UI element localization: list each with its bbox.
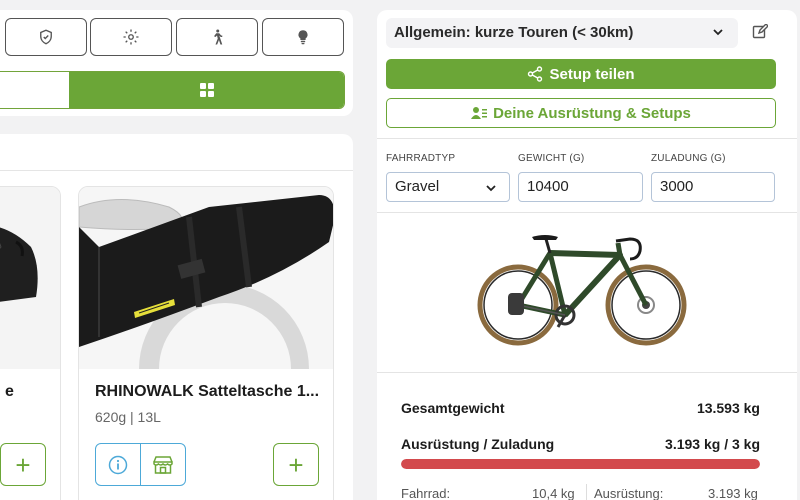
divider [377, 212, 797, 213]
product-title: e [5, 383, 14, 400]
plus-icon: + [15, 449, 31, 480]
load-progress-fill [401, 459, 760, 469]
view-toggle[interactable] [0, 71, 345, 109]
divider [377, 372, 797, 373]
bike-image [477, 235, 687, 346]
setup-select-value: Allgemein: kurze Touren (< 30km) [394, 24, 634, 41]
product-actions [95, 443, 186, 486]
chevron-down-icon [713, 29, 723, 36]
grid-icon [199, 83, 214, 97]
share-setup-button[interactable]: Setup teilen [386, 59, 776, 89]
divider [586, 484, 587, 500]
bike-type-select[interactable]: Gravel [386, 172, 510, 202]
bike-type-value: Gravel [395, 178, 440, 195]
equipment-weight-summary-value: 3.193 kg [708, 486, 758, 500]
filter-button-settings[interactable] [90, 18, 172, 56]
total-weight-value: 13.593 kg [696, 400, 760, 416]
user-list-icon [471, 107, 488, 119]
equipment-setups-label: Deine Ausrüstung & Setups [493, 104, 691, 122]
store-icon [153, 455, 173, 474]
plus-icon: + [288, 449, 304, 480]
product-card[interactable]: e + [0, 186, 61, 500]
bike-weight-label: GEWICHT (G) [518, 153, 585, 164]
share-setup-label: Setup teilen [549, 65, 635, 83]
bike-weight-value: 10400 [527, 178, 569, 195]
bike-weight-summary-label: Fahrrad: [401, 486, 451, 500]
filter-button-hiking[interactable] [176, 18, 258, 56]
equipment-weight-summary-label: Ausrüstung: [594, 486, 664, 500]
filter-panel [0, 10, 353, 116]
filter-button-protection[interactable] [5, 18, 87, 56]
info-icon [108, 455, 128, 474]
load-capacity-value: 3000 [660, 178, 694, 195]
bike-weight-input[interactable]: 10400 [518, 172, 643, 202]
edit-icon[interactable] [752, 24, 768, 40]
product-image [79, 187, 333, 369]
chevron-down-icon [486, 185, 496, 192]
hiking-icon [214, 29, 223, 45]
lightbulb-icon [298, 30, 308, 45]
add-to-setup-button[interactable]: + [273, 443, 319, 486]
bike-weight-summary-value: 10,4 kg [532, 486, 575, 500]
product-image [0, 187, 60, 369]
product-specs: 620g | 13L [95, 409, 161, 425]
shield-check-icon [40, 29, 52, 45]
equipment-load-value: 3.193 kg / 3 kg [665, 436, 760, 452]
product-title: RHINOWALK Satteltasche 1... [95, 383, 320, 400]
divider [0, 170, 353, 171]
share-icon [528, 66, 543, 82]
equipment-setups-button[interactable]: Deine Ausrüstung & Setups [386, 98, 776, 128]
setup-select[interactable]: Allgemein: kurze Touren (< 30km) [386, 18, 738, 48]
add-to-setup-button[interactable]: + [0, 443, 46, 486]
load-capacity-input[interactable]: 3000 [651, 172, 775, 202]
product-shop-button[interactable] [140, 444, 185, 485]
load-progress-bar [401, 459, 760, 469]
divider [377, 138, 797, 139]
product-card[interactable]: RHINOWALK Satteltasche 1... 620g | 13L + [78, 186, 334, 500]
load-capacity-label: ZULADUNG (G) [651, 153, 726, 164]
product-info-button[interactable] [96, 444, 140, 485]
filter-button-lighting[interactable] [262, 18, 344, 56]
grid-view-button[interactable] [69, 72, 344, 108]
equipment-load-label: Ausrüstung / Zuladung [401, 436, 555, 452]
total-weight-label: Gesamtgewicht [401, 400, 505, 416]
bike-type-label: FAHRRADTYP [386, 153, 456, 164]
gear-icon [123, 29, 139, 45]
